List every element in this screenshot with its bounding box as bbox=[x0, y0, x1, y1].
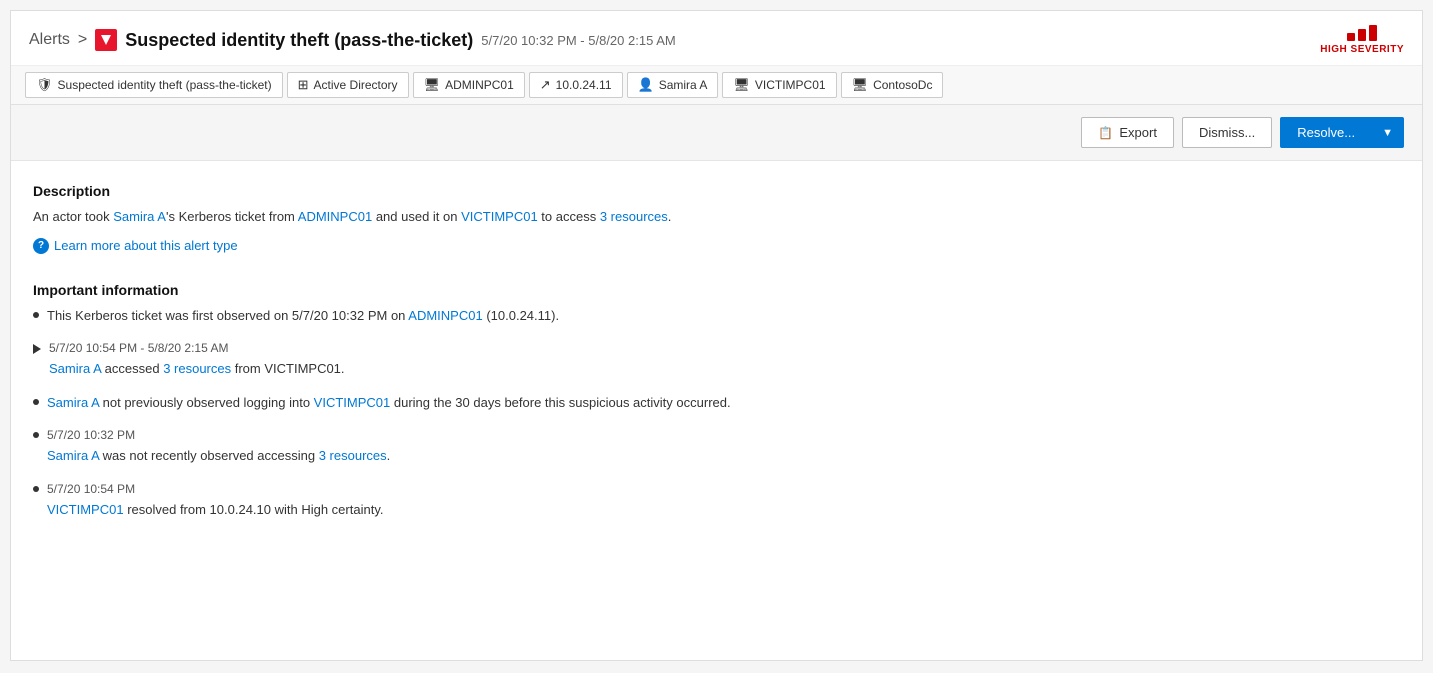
description-text: An actor took Samira A's Kerberos ticket… bbox=[33, 207, 1400, 228]
resolve-label: Resolve... bbox=[1297, 125, 1355, 140]
severity-bar-3 bbox=[1369, 25, 1377, 41]
desc-text-end: . bbox=[668, 209, 672, 224]
item5-link1[interactable]: VICTIMPC01 bbox=[47, 502, 124, 517]
item4-text: Samira A was not recently observed acces… bbox=[47, 446, 390, 466]
desc-resources-link[interactable]: 3 resources bbox=[600, 209, 668, 224]
item1-link[interactable]: ADMINPC01 bbox=[408, 308, 482, 323]
breadcrumb-alerts: Alerts bbox=[29, 31, 70, 49]
tab-ad-icon: ⊞ bbox=[298, 77, 309, 93]
tab-ip-label: 10.0.24.11 bbox=[556, 78, 612, 92]
breadcrumb-sep: > bbox=[78, 31, 87, 49]
alert-time: 5/7/20 10:32 PM - 5/8/20 2:15 AM bbox=[481, 33, 675, 48]
bullet-dot-icon bbox=[33, 486, 39, 492]
chevron-down-icon: ▼ bbox=[1382, 127, 1393, 139]
list-item: 5/7/20 10:54 PM - 5/8/20 2:15 AM Samira … bbox=[33, 339, 1400, 379]
item4-link2[interactable]: 3 resources bbox=[319, 448, 387, 463]
tab-adminpc-icon: 🖥 bbox=[424, 77, 441, 93]
item2-sub: 5/7/20 10:54 PM - 5/8/20 2:15 AM Samira … bbox=[49, 339, 345, 379]
export-button[interactable]: 📋 Export bbox=[1081, 117, 1174, 148]
bullet-dot-icon bbox=[33, 432, 39, 438]
tab-active-directory[interactable]: ⊞ Active Directory bbox=[287, 72, 409, 98]
alert-severity-icon bbox=[95, 29, 117, 51]
item5-time: 5/7/20 10:54 PM bbox=[47, 480, 383, 498]
severity-bar-1 bbox=[1347, 33, 1355, 41]
desc-text-middle2: and used it on bbox=[372, 209, 461, 224]
item5-text: VICTIMPC01 resolved from 10.0.24.10 with… bbox=[47, 500, 383, 520]
tab-ad-label: Active Directory bbox=[314, 78, 398, 92]
content: Description An actor took Samira A's Ker… bbox=[11, 161, 1422, 563]
tab-alert-label: Suspected identity theft (pass-the-ticke… bbox=[58, 78, 272, 92]
important-section: Important information This Kerberos tick… bbox=[33, 282, 1400, 520]
main-container: Alerts > Suspected identity theft (pass-… bbox=[10, 10, 1423, 661]
list-item: This Kerberos ticket was first observed … bbox=[33, 306, 1400, 326]
tab-contosodc-label: ContosoDc bbox=[873, 78, 932, 92]
bullet-dot-icon bbox=[33, 312, 39, 318]
desc-text-middle3: to access bbox=[538, 209, 600, 224]
desc-text-before: An actor took bbox=[33, 209, 113, 224]
tab-samira-label: Samira A bbox=[659, 78, 708, 92]
tab-victimpc[interactable]: 🖥 VICTIMPC01 bbox=[722, 72, 836, 98]
arrow-icon bbox=[33, 344, 41, 354]
description-title: Description bbox=[33, 183, 1400, 199]
tab-samira-icon: 👤 bbox=[638, 77, 654, 93]
item1-text-before: This Kerberos ticket was first observed … bbox=[47, 308, 408, 323]
item1-text-after: (10.0.24.11). bbox=[483, 308, 559, 323]
resolve-chevron-button[interactable]: ▼ bbox=[1371, 117, 1404, 148]
list-item: Samira A not previously observed logging… bbox=[33, 393, 1400, 413]
resolve-button[interactable]: Resolve... bbox=[1280, 117, 1371, 148]
item3-text: Samira A not previously observed logging… bbox=[47, 393, 731, 413]
desc-samira-link[interactable]: Samira A bbox=[113, 209, 166, 224]
tab-victimpc-label: VICTIMPC01 bbox=[755, 78, 826, 92]
header-left: Alerts > Suspected identity theft (pass-… bbox=[29, 29, 676, 51]
description-section: Description An actor took Samira A's Ker… bbox=[33, 183, 1400, 254]
dismiss-label: Dismiss... bbox=[1199, 125, 1255, 140]
action-bar: 📋 Export Dismiss... Resolve... ▼ bbox=[11, 105, 1422, 161]
tab-alert-icon: 🛡 bbox=[36, 77, 53, 93]
severity-label: HIGH SEVERITY bbox=[1320, 44, 1404, 55]
item1-text: This Kerberos ticket was first observed … bbox=[47, 306, 559, 326]
tab-contosodc[interactable]: 🖥 ContosoDc bbox=[841, 72, 944, 98]
bullet-list: This Kerberos ticket was first observed … bbox=[33, 306, 1400, 520]
list-item: 5/7/20 10:54 PM VICTIMPC01 resolved from… bbox=[33, 480, 1400, 520]
desc-text-middle1: 's Kerberos ticket from bbox=[166, 209, 298, 224]
important-title: Important information bbox=[33, 282, 1400, 298]
item3-link1[interactable]: Samira A bbox=[47, 395, 99, 410]
alert-title: Suspected identity theft (pass-the-ticke… bbox=[125, 30, 473, 51]
export-icon: 📋 bbox=[1098, 126, 1113, 140]
item2-link1[interactable]: Samira A bbox=[49, 361, 101, 376]
tab-contosodc-icon: 🖥 bbox=[852, 77, 869, 93]
learn-more: ? Learn more about this alert type bbox=[33, 238, 1400, 254]
tab-samira[interactable]: 👤 Samira A bbox=[627, 72, 719, 98]
severity-bars bbox=[1347, 25, 1377, 41]
tab-ip-icon: ↗ bbox=[540, 77, 551, 93]
item5-sub: 5/7/20 10:54 PM VICTIMPC01 resolved from… bbox=[47, 480, 383, 520]
tab-bar: 🛡 Suspected identity theft (pass-the-tic… bbox=[11, 66, 1422, 105]
alert-icon-inner bbox=[101, 35, 111, 45]
item2-text: Samira A accessed 3 resources from VICTI… bbox=[49, 359, 345, 379]
list-item: 5/7/20 10:32 PM Samira A was not recentl… bbox=[33, 426, 1400, 466]
severity-bar-2 bbox=[1358, 29, 1366, 41]
desc-adminpc-link[interactable]: ADMINPC01 bbox=[298, 209, 372, 224]
tab-alert[interactable]: 🛡 Suspected identity theft (pass-the-tic… bbox=[25, 72, 283, 98]
tab-adminpc[interactable]: 🖥 ADMINPC01 bbox=[413, 72, 525, 98]
header: Alerts > Suspected identity theft (pass-… bbox=[11, 11, 1422, 66]
tab-victimpc-icon: 🖥 bbox=[733, 77, 750, 93]
severity-badge: HIGH SEVERITY bbox=[1320, 25, 1404, 55]
item3-link2[interactable]: VICTIMPC01 bbox=[314, 395, 391, 410]
tab-ip[interactable]: ↗ 10.0.24.11 bbox=[529, 72, 623, 98]
item4-sub: 5/7/20 10:32 PM Samira A was not recentl… bbox=[47, 426, 390, 466]
item2-time: 5/7/20 10:54 PM - 5/8/20 2:15 AM bbox=[49, 339, 345, 357]
resolve-group: Resolve... ▼ bbox=[1280, 117, 1404, 148]
tab-adminpc-label: ADMINPC01 bbox=[445, 78, 514, 92]
item2-link2[interactable]: 3 resources bbox=[163, 361, 231, 376]
export-label: Export bbox=[1119, 125, 1157, 140]
item4-time: 5/7/20 10:32 PM bbox=[47, 426, 390, 444]
item4-link1[interactable]: Samira A bbox=[47, 448, 99, 463]
dismiss-button[interactable]: Dismiss... bbox=[1182, 117, 1272, 148]
bullet-dot-icon bbox=[33, 399, 39, 405]
help-icon: ? bbox=[33, 238, 49, 254]
learn-more-link[interactable]: Learn more about this alert type bbox=[54, 238, 238, 253]
desc-victimpc-link[interactable]: VICTIMPC01 bbox=[461, 209, 538, 224]
